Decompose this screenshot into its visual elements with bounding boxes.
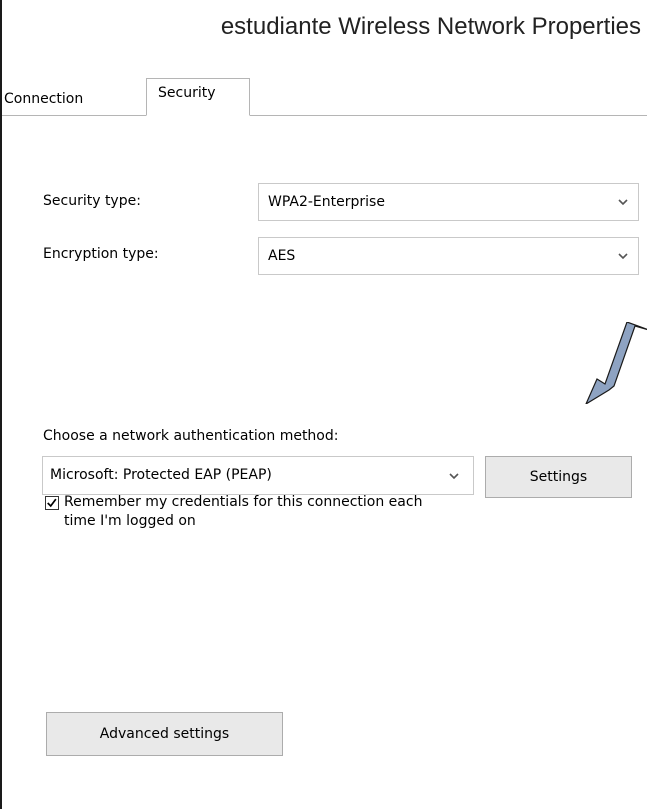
advanced-settings-button[interactable]: Advanced settings [46, 712, 283, 756]
chevron-down-icon [449, 472, 459, 479]
properties-dialog: estudiante Wireless Network Properties C… [0, 0, 647, 809]
tab-connection[interactable]: Connection [4, 84, 146, 116]
checkmark-icon [47, 498, 57, 508]
tab-security[interactable]: Security [146, 78, 250, 116]
settings-button[interactable]: Settings [485, 456, 632, 498]
security-type-select[interactable]: WPA2-Enterprise [258, 183, 639, 221]
encryption-type-select[interactable]: AES [258, 237, 639, 275]
auth-method-label: Choose a network authentication method: [43, 428, 339, 444]
auth-method-select[interactable]: Microsoft: Protected EAP (PEAP) [42, 456, 474, 495]
encryption-type-value: AES [268, 248, 296, 264]
security-type-label: Security type: [43, 193, 141, 209]
arrow-pointer [585, 322, 647, 404]
window-title: estudiante Wireless Network Properties [220, 13, 641, 40]
chevron-down-icon [618, 199, 628, 206]
chevron-down-icon [618, 253, 628, 260]
encryption-type-label: Encryption type: [43, 246, 159, 262]
remember-credentials-label-line1: Remember my credentials for this connect… [64, 494, 423, 510]
security-type-value: WPA2-Enterprise [268, 194, 385, 210]
remember-credentials-checkbox[interactable] [45, 496, 59, 510]
remember-credentials-label-line2: time I'm logged on [64, 513, 196, 529]
auth-method-value: Microsoft: Protected EAP (PEAP) [50, 467, 272, 483]
